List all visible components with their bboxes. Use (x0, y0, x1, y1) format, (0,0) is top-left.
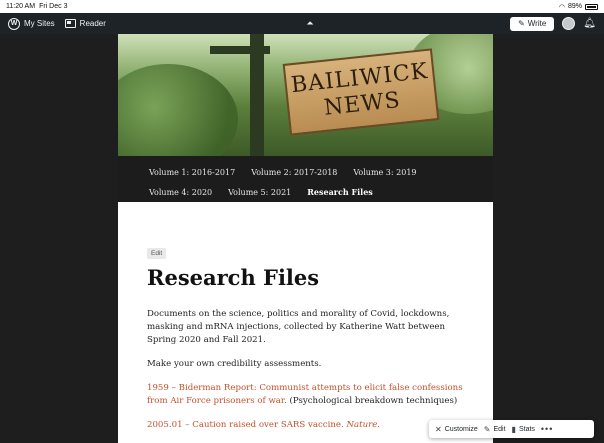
write-label: Write (527, 19, 547, 28)
stats-button[interactable]: ▮ Stats (512, 425, 535, 434)
nav-volume-5[interactable]: Volume 5: 2021 (228, 188, 291, 197)
research-item-2: 2005.01 – Caution raised over SARS vacci… (147, 419, 464, 432)
bailiwick-news-sign: BAILIWICK NEWS (282, 48, 440, 136)
reader-button[interactable]: Reader (64, 19, 106, 28)
pencil-icon: ✎ (483, 424, 491, 434)
foliage-left (118, 64, 238, 156)
site-navigation: Volume 1: 2016-2017 Volume 2: 2017-2018 … (118, 156, 493, 202)
sars-vaccine-link[interactable]: 2005.01 – Caution raised over SARS vacci… (147, 420, 346, 430)
admin-bar: W My Sites Reader ⏶ ✎ Write 🔔︎ (0, 13, 604, 34)
battery-icon (585, 3, 598, 10)
edit-page-link[interactable]: Edit (147, 248, 167, 259)
collapse-up-icon: ⏶ (306, 17, 314, 28)
avatar[interactable] (562, 17, 576, 30)
notifications-bell-icon[interactable]: 🔔︎ (583, 18, 596, 29)
nav-volume-4[interactable]: Volume 4: 2020 (149, 188, 212, 197)
reader-label: Reader (79, 19, 106, 28)
floating-actions-bar: ✕ Customize ✎ Edit ▮ Stats ••• (429, 420, 594, 438)
research-item-2-source[interactable]: Nature. (346, 420, 380, 430)
pencil-icon: ✎ (518, 19, 525, 28)
research-item-1-note: (Psychological breakdown techniques) (286, 396, 458, 406)
page-content: Edit Research Files Documents on the sci… (118, 202, 493, 432)
header-image: BAILIWICK NEWS (118, 34, 493, 156)
nav-row-2: Volume 4: 2020 Volume 5: 2021 Research F… (149, 182, 473, 202)
intro-paragraph: Documents on the science, politics and m… (147, 309, 450, 345)
customize-tools-icon: ✕ (435, 424, 442, 434)
nav-volume-3[interactable]: Volume 3: 2019 (353, 168, 416, 177)
my-sites-label: My Sites (24, 19, 55, 28)
nav-volume-1[interactable]: Volume 1: 2016-2017 (149, 168, 235, 177)
signpost (250, 34, 264, 156)
edit-label: Edit (493, 425, 506, 433)
stats-label: Stats (518, 425, 535, 433)
reader-icon (64, 19, 76, 28)
credibility-paragraph: Make your own credibility assessments. (147, 359, 322, 369)
edit-button[interactable]: ✎ Edit (484, 425, 506, 434)
battery-percent: 89% (567, 3, 582, 10)
research-item-1: 1959 – Biderman Report: Communist attemp… (147, 382, 464, 408)
nav-research-files[interactable]: Research Files (307, 187, 373, 197)
nav-row-1: Volume 1: 2016-2017 Volume 2: 2017-2018 … (149, 162, 473, 182)
wifi-icon: ◠ (558, 3, 565, 11)
site-page: BAILIWICK NEWS Volume 1: 2016-2017 Volum… (118, 34, 493, 443)
wordpress-logo-icon: W (8, 17, 20, 30)
my-sites-button[interactable]: W My Sites (8, 17, 55, 30)
more-options-icon[interactable]: ••• (541, 424, 553, 434)
collapse-toolbar-button[interactable]: ⏶ (303, 16, 317, 30)
status-date: Fri Dec 3 (39, 3, 68, 10)
status-time: 11:20 AM (6, 3, 36, 10)
customize-button[interactable]: ✕ Customize (435, 425, 478, 434)
sign-line-2: NEWS (322, 87, 402, 121)
write-button[interactable]: ✎ Write (510, 16, 555, 31)
customize-label: Customize (444, 425, 478, 433)
page-title: Research Files (147, 265, 320, 290)
stats-bars-icon: ▮ (511, 424, 516, 434)
nav-volume-2[interactable]: Volume 2: 2017-2018 (251, 168, 337, 177)
status-bar: 11:20 AM Fri Dec 3 ◠ 89% (0, 0, 604, 13)
